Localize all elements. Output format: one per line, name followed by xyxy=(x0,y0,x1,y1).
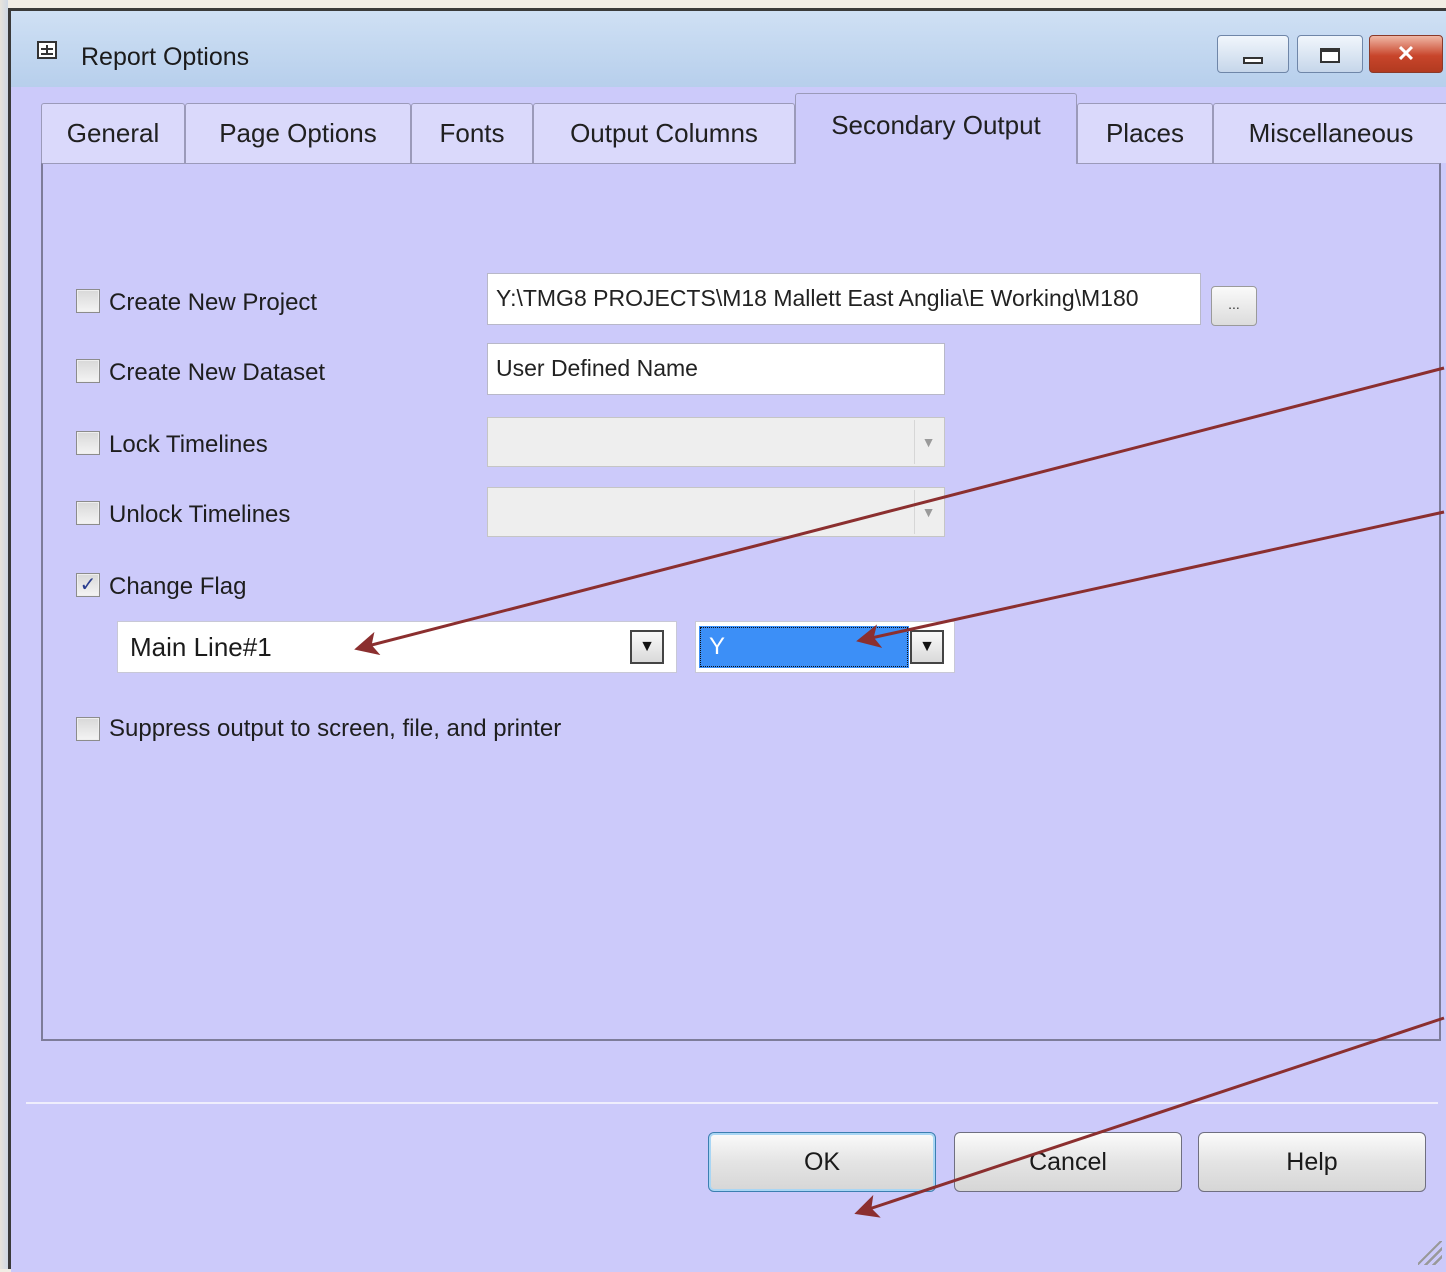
window-title: Report Options xyxy=(81,43,250,71)
tab-general[interactable]: General xyxy=(41,103,185,163)
lock-timelines-checkbox[interactable] xyxy=(76,431,100,455)
tab-output-columns[interactable]: Output Columns xyxy=(533,103,795,163)
maximize-icon xyxy=(1320,47,1340,63)
tab-strip: General Page Options Fonts Output Column… xyxy=(41,93,1446,164)
cancel-button[interactable]: Cancel xyxy=(954,1132,1182,1192)
project-path-field[interactable]: Y:\TMG8 PROJECTS\M18 Mallett East Anglia… xyxy=(487,273,1201,325)
minimize-icon xyxy=(1243,56,1263,64)
close-button[interactable]: ✕ xyxy=(1369,35,1443,73)
flag-field-dropdown-button[interactable]: ▼ xyxy=(630,630,664,664)
create-project-label: Create New Project xyxy=(109,289,318,316)
flag-field-dropdown[interactable]: Main Line#1 ▼ xyxy=(117,621,677,673)
chevron-down-icon: ▼ xyxy=(914,420,942,464)
unlock-timelines-combo: ▼ xyxy=(487,487,945,537)
tab-miscellaneous[interactable]: Miscellaneous xyxy=(1213,103,1446,163)
left-edge xyxy=(0,0,8,1269)
maximize-button[interactable] xyxy=(1297,35,1363,73)
minimize-button[interactable] xyxy=(1217,35,1289,73)
close-icon: ✕ xyxy=(1396,41,1416,66)
dataset-name-field[interactable]: User Defined Name xyxy=(487,343,945,395)
create-project-checkbox[interactable] xyxy=(76,289,100,313)
tab-secondary-output[interactable]: Secondary Output xyxy=(795,93,1077,164)
report-app-icon xyxy=(37,41,57,59)
chevron-down-icon: ▼ xyxy=(919,638,935,655)
chevron-down-icon: ▼ xyxy=(639,638,655,655)
suppress-output-label: Suppress output to screen, file, and pri… xyxy=(109,715,562,742)
change-flag-label: Change Flag xyxy=(109,573,247,600)
help-button[interactable]: Help xyxy=(1198,1132,1426,1192)
title-bar[interactable]: Report Options ✕ xyxy=(11,11,1446,87)
chevron-down-icon: ▼ xyxy=(914,490,942,534)
report-options-window: Report Options ✕ General Page Options Fo… xyxy=(8,8,1446,1272)
lock-timelines-label: Lock Timelines xyxy=(109,431,268,458)
ok-button[interactable]: OK xyxy=(708,1132,936,1192)
browse-button[interactable]: ... xyxy=(1211,286,1257,326)
unlock-timelines-label: Unlock Timelines xyxy=(109,501,291,528)
resize-grip[interactable] xyxy=(1418,1241,1442,1265)
create-dataset-label: Create New Dataset xyxy=(109,359,326,386)
change-flag-checkbox[interactable]: ✓ xyxy=(76,573,100,597)
flag-value-dropdown[interactable]: Y ▼ xyxy=(695,621,955,673)
lock-timelines-combo: ▼ xyxy=(487,417,945,467)
flag-field-value: Main Line#1 xyxy=(130,632,272,662)
tab-places[interactable]: Places xyxy=(1077,103,1213,163)
create-dataset-checkbox[interactable] xyxy=(76,359,100,383)
dialog-client-area: General Page Options Fonts Output Column… xyxy=(11,87,1446,1272)
flag-value-dropdown-button[interactable]: ▼ xyxy=(910,630,944,664)
unlock-timelines-checkbox[interactable] xyxy=(76,501,100,525)
flag-value-selected: Y xyxy=(699,626,909,668)
suppress-output-checkbox[interactable] xyxy=(76,717,100,741)
tab-fonts[interactable]: Fonts xyxy=(411,103,533,163)
tab-page-options[interactable]: Page Options xyxy=(185,103,411,163)
